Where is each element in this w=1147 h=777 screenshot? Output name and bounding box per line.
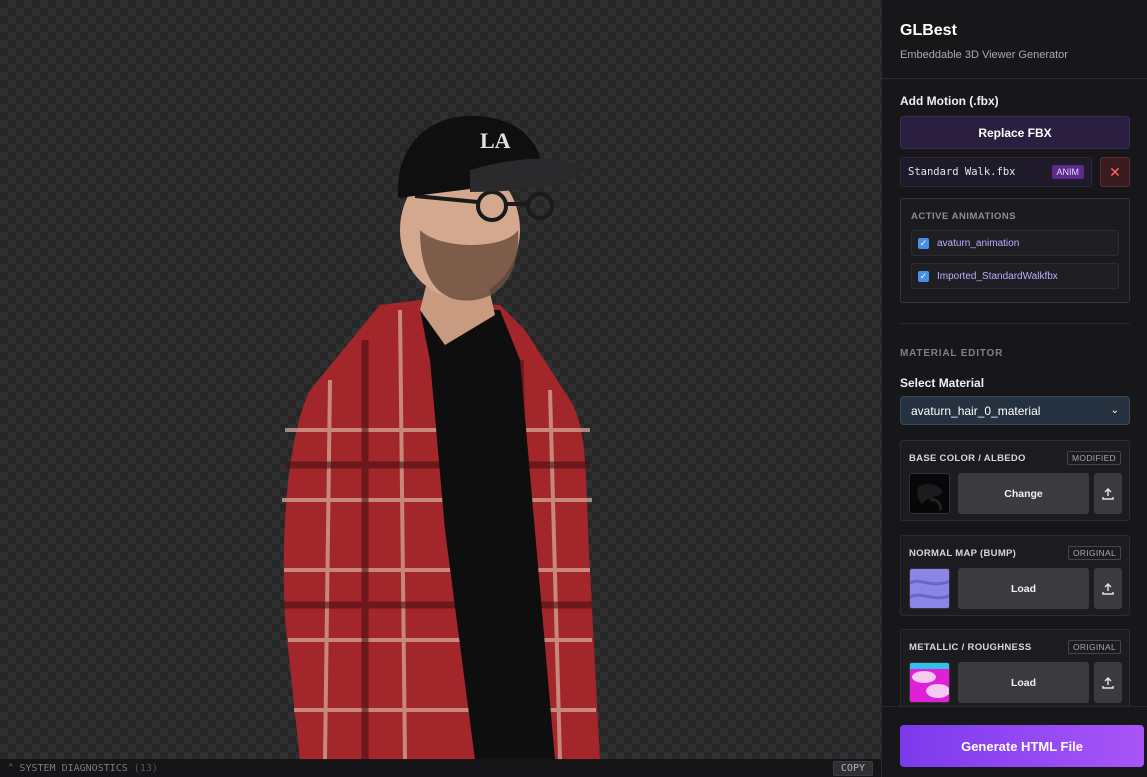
upload-icon xyxy=(1102,487,1114,500)
diagnostics-count: (13) xyxy=(133,762,158,774)
texture-card-normal-map: NORMAL MAP (BUMP) ORIGINAL Load xyxy=(900,535,1130,616)
chevron-down-icon: ⌄ xyxy=(1110,405,1119,416)
change-texture-button[interactable]: Change xyxy=(958,473,1089,514)
motion-file-name: Standard Walk.fbx xyxy=(908,166,1016,178)
select-material-label: Select Material xyxy=(900,376,985,390)
texture-thumbnail xyxy=(909,568,950,609)
side-panel: GLBest Embeddable 3D Viewer Generator Ad… xyxy=(881,0,1147,777)
upload-icon xyxy=(1102,582,1114,595)
anim-badge: ANIM xyxy=(1051,165,1084,179)
texture-status-badge: ORIGINAL xyxy=(1067,546,1121,560)
animation-name: Imported_StandardWalkfbx xyxy=(937,270,1058,282)
panel-footer: Generate HTML File xyxy=(882,706,1147,777)
generate-html-button[interactable]: Generate HTML File xyxy=(900,725,1144,767)
texture-status-badge: ORIGINAL xyxy=(1067,640,1121,654)
upload-texture-button[interactable] xyxy=(1094,473,1122,514)
system-diagnostics-bar[interactable]: ⌃ SYSTEM DIAGNOSTICS (13) COPY xyxy=(0,759,881,777)
texture-label: BASE COLOR / ALBEDO xyxy=(909,452,1026,464)
panel-header: GLBest Embeddable 3D Viewer Generator xyxy=(882,0,1147,79)
add-motion-label: Add Motion (.fbx) xyxy=(900,94,999,108)
upload-texture-button[interactable] xyxy=(1094,662,1122,703)
load-texture-button[interactable]: Load xyxy=(958,662,1089,703)
chevron-up-icon[interactable]: ⌃ xyxy=(8,763,13,773)
motion-file-row: Standard Walk.fbx ANIM ✕ xyxy=(900,157,1130,187)
checkbox-checked-icon[interactable]: ✓ xyxy=(918,270,929,282)
section-divider xyxy=(900,323,1130,324)
upload-icon xyxy=(1102,676,1114,689)
animation-name: avaturn_animation xyxy=(937,237,1020,249)
svg-text:LA: LA xyxy=(480,128,511,153)
close-icon: ✕ xyxy=(1109,163,1121,180)
texture-card-base-color: BASE COLOR / ALBEDO MODIFIED Change xyxy=(900,440,1130,521)
animation-item[interactable]: ✓ avaturn_animation xyxy=(911,230,1119,256)
app-title: GLBest xyxy=(900,22,957,39)
material-select[interactable]: avaturn_hair_0_material ⌄ xyxy=(900,396,1130,425)
avatar-model: LA xyxy=(282,115,600,760)
active-animations-box: ACTIVE ANIMATIONS ✓ avaturn_animation ✓ … xyxy=(900,198,1130,303)
material-editor-title: MATERIAL EDITOR xyxy=(900,348,1004,359)
replace-fbx-button[interactable]: Replace FBX xyxy=(900,116,1130,149)
upload-texture-button[interactable] xyxy=(1094,568,1122,609)
selected-material: avaturn_hair_0_material xyxy=(911,403,1041,418)
texture-status-badge: MODIFIED xyxy=(1067,451,1121,465)
texture-label: NORMAL MAP (BUMP) xyxy=(909,547,1017,559)
texture-label: METALLIC / ROUGHNESS xyxy=(909,641,1032,653)
load-texture-button[interactable]: Load xyxy=(958,568,1089,609)
texture-thumbnail xyxy=(909,473,950,514)
active-animations-title: ACTIVE ANIMATIONS xyxy=(911,211,1017,222)
3d-viewport[interactable]: LA ⌃ SYSTEM DIAGNOSTICS (13) COPY xyxy=(0,0,881,777)
diagnostics-label: SYSTEM DIAGNOSTICS xyxy=(19,762,128,774)
texture-thumbnail xyxy=(909,662,950,703)
checkbox-checked-icon[interactable]: ✓ xyxy=(918,237,929,249)
animation-item[interactable]: ✓ Imported_StandardWalkfbx xyxy=(911,263,1119,289)
copy-button[interactable]: COPY xyxy=(832,760,873,776)
texture-card-metallic-roughness: METALLIC / ROUGHNESS ORIGINAL Load xyxy=(900,629,1130,710)
motion-file-chip: Standard Walk.fbx ANIM xyxy=(900,157,1092,187)
remove-motion-button[interactable]: ✕ xyxy=(1100,157,1130,187)
app-subtitle: Embeddable 3D Viewer Generator xyxy=(900,49,1068,61)
